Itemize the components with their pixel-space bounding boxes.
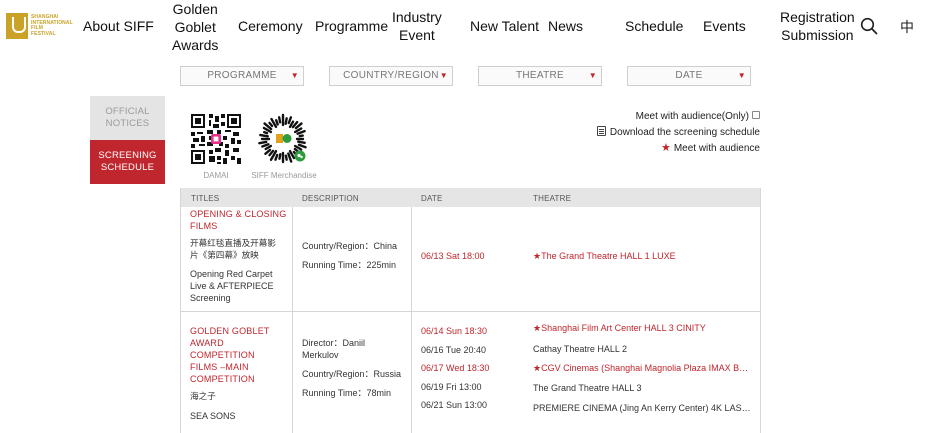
nav-schedule[interactable]: Schedule (625, 17, 683, 35)
nav-programme[interactable]: Programme (315, 17, 388, 35)
session-theatre[interactable]: PREMIERE CINEMA (Jing An Kerry Center) 4… (533, 402, 751, 414)
session-theatre[interactable]: ★CGV Cinemas (Shanghai Magnolia Plaza IM… (533, 362, 751, 374)
star-icon: ★ (660, 142, 671, 154)
session-theatre[interactable]: ★The Grand Theatre HALL 1 LUXE (533, 250, 751, 262)
siff-logo[interactable]: SHANGHAI INTERNATIONAL FILM FESTIVAL (6, 12, 74, 40)
country-region: Country/Region：China (302, 241, 398, 251)
dropdown-arrow-icon: ▼ (737, 71, 746, 80)
column-divider (292, 207, 293, 433)
star-icon: ★ (533, 251, 542, 261)
siff-merchandise-label: SIFF Merchandise (251, 171, 317, 180)
column-divider (411, 207, 412, 433)
session-theatre[interactable]: The Grand Theatre HALL 3 (533, 382, 751, 394)
column-header-description: DESCRIPTION (302, 194, 359, 203)
country-region: Country/Region：Russia (302, 369, 402, 379)
running-time: Running Time：225min (302, 260, 397, 270)
country-region-filter[interactable]: COUNTRY/REGION ▼ (329, 66, 453, 86)
nav-new-talent[interactable]: New Talent (470, 17, 539, 35)
nav-news[interactable]: News (548, 17, 583, 35)
meet-with-audience-legend: ★ Meet with audience (660, 142, 760, 154)
session-date[interactable]: 06/14 Sun 18:30 (421, 325, 487, 337)
date-filter[interactable]: DATE ▼ (627, 66, 751, 86)
nav-about-siff[interactable]: About SIFF (83, 17, 154, 35)
search-icon[interactable] (860, 17, 878, 35)
session-date[interactable]: 06/21 Sun 13:00 (421, 399, 487, 411)
language-switch[interactable]: 中 (900, 17, 914, 37)
star-icon: ★ (533, 363, 542, 373)
session-date[interactable]: 06/19 Fri 13:00 (421, 381, 482, 393)
running-time: Running Time：78min (302, 388, 392, 398)
damai-qr-code (189, 112, 243, 166)
download-schedule-link[interactable]: Download the screening schedule (596, 126, 760, 138)
film-title-link[interactable]: GOLDEN GOBLET AWARD COMPETITION FILMS –M… (190, 325, 290, 385)
dropdown-arrow-icon: ▼ (439, 71, 448, 80)
siff-merchandise-mini-program-code (257, 113, 309, 165)
film-title-chinese: 开幕红毯直播及开幕影 片《第四幕》放映 (190, 239, 276, 261)
goblet-logo-icon (6, 13, 28, 39)
dropdown-arrow-icon: ▼ (290, 71, 299, 80)
description-cell: Country/Region：China Running Time：225min (302, 240, 408, 271)
nav-golden-goblet-awards[interactable]: Golden Goblet Awards (172, 0, 218, 54)
director: Director：Daniil Merkulov (302, 338, 366, 360)
tab-screening-schedule[interactable]: SCREENING SCHEDULE (90, 140, 165, 184)
session-date[interactable]: 06/16 Tue 20:40 (421, 344, 486, 356)
star-icon: ★ (533, 323, 542, 333)
row-divider (181, 311, 760, 312)
session-theatre[interactable]: Cathay Theatre HALL 2 (533, 343, 751, 355)
film-title-link[interactable]: OPENING & CLOSING FILMS (190, 208, 290, 232)
session-theatre[interactable]: ★Shanghai Film Art Center HALL 3 CINITY (533, 322, 751, 334)
film-title-chinese: 海之子 (190, 392, 216, 402)
film-title-english: Opening Red Carpet Live & AFTERPIECE Scr… (190, 269, 274, 303)
screening-table: TITLES DESCRIPTION DATE THEATRE OPENING … (180, 188, 761, 433)
nav-events[interactable]: Events (703, 17, 746, 35)
damai-label: DAMAI (203, 171, 229, 180)
film-title-cell: OPENING & CLOSING FILMS 开幕红毯直播及开幕影 片《第四幕… (190, 208, 290, 304)
dropdown-arrow-icon: ▼ (588, 71, 597, 80)
film-title-english: SEA SONS (190, 411, 236, 421)
session-date[interactable]: 06/13 Sat 18:00 (421, 250, 485, 262)
tab-official-notices[interactable]: OFFICIAL NOTICES (90, 96, 165, 140)
table-header: TITLES DESCRIPTION DATE THEATRE (181, 188, 760, 207)
nav-registration-submission[interactable]: Registration Submission (780, 8, 855, 44)
meet-with-audience-only-filter[interactable]: Meet with audience(Only) (636, 111, 760, 122)
description-cell: Director：Daniil Merkulov Country/Region：… (302, 337, 408, 399)
nav-ceremony[interactable]: Ceremony (238, 17, 303, 35)
document-icon (596, 126, 606, 136)
column-header-titles: TITLES (191, 194, 220, 203)
meet-only-checkbox[interactable] (752, 111, 760, 119)
column-header-date: DATE (421, 194, 443, 203)
column-header-theatre: THEATRE (533, 194, 572, 203)
top-navigation: SHANGHAI INTERNATIONAL FILM FESTIVAL Abo… (0, 0, 940, 54)
nav-industry-event[interactable]: Industry Event (392, 8, 442, 44)
session-date[interactable]: 06/17 Wed 18:30 (421, 362, 489, 374)
film-title-cell: GOLDEN GOBLET AWARD COMPETITION FILMS –M… (190, 325, 290, 422)
programme-filter[interactable]: PROGRAMME ▼ (180, 66, 304, 86)
logo-text: SHANGHAI INTERNATIONAL FILM FESTIVAL (31, 14, 73, 37)
theatre-filter[interactable]: THEATRE ▼ (478, 66, 602, 86)
